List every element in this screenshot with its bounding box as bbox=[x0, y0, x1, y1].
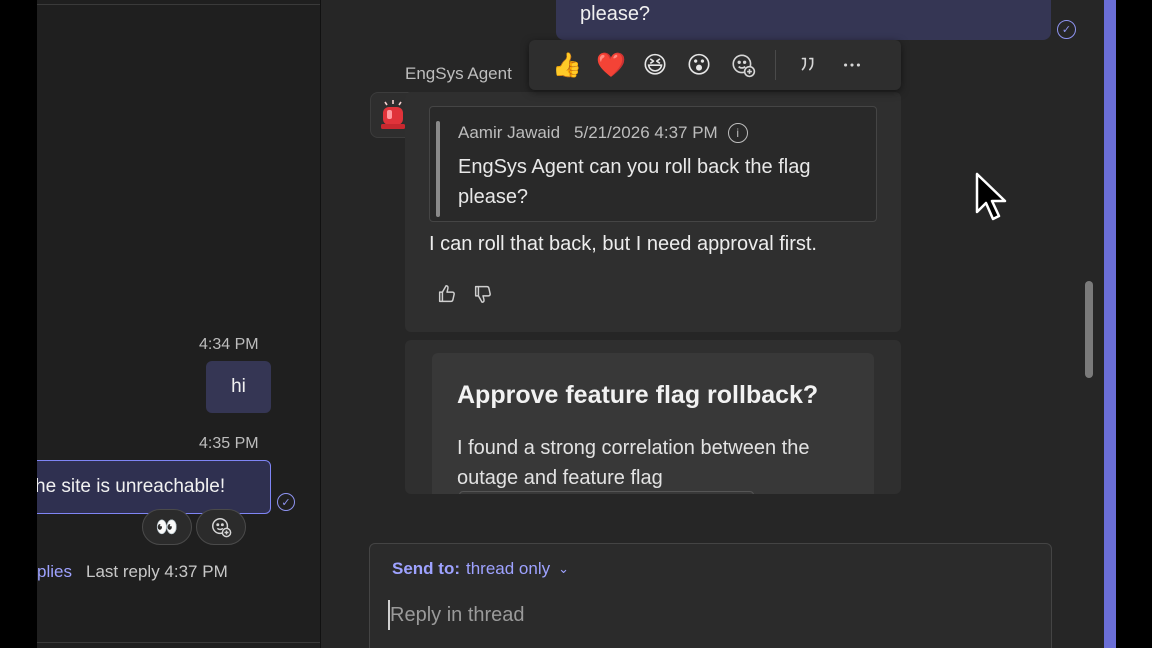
quote-text: EngSys Agent can you roll back the flag … bbox=[458, 156, 811, 208]
divider bbox=[775, 50, 776, 80]
reaction-like[interactable]: 👍 bbox=[545, 43, 589, 87]
message-time: 4:34 PM bbox=[199, 336, 259, 353]
message-text: please? bbox=[580, 3, 651, 25]
reaction-laugh[interactable]: 😆 bbox=[633, 43, 677, 87]
eyes-emoji-icon: 👀 bbox=[155, 516, 179, 537]
reply-composer: Send to: thread only ⌄ bbox=[369, 543, 1052, 648]
quote-meta: Aamir Jawaid 5/21/2026 4:37 PM i bbox=[458, 123, 748, 143]
siren-icon bbox=[381, 100, 405, 129]
card-body: I found a strong correlation between the… bbox=[457, 437, 810, 489]
add-reaction-icon bbox=[732, 54, 756, 78]
laugh-emoji-icon: 😆 bbox=[642, 51, 668, 79]
thumbs-up-button[interactable] bbox=[435, 282, 459, 306]
agent-message-card: Aamir Jawaid 5/21/2026 4:37 PM i EngSys … bbox=[405, 92, 901, 332]
left-window-edge bbox=[0, 0, 37, 648]
reaction-bar: 👍 ❤️ 😆 😮 bbox=[529, 40, 901, 90]
sender-name: EngSys Agent bbox=[405, 64, 512, 83]
card-field[interactable] bbox=[459, 491, 754, 494]
divider bbox=[37, 4, 320, 5]
divider bbox=[37, 642, 320, 648]
agent-reply-text: I can roll that back, but I need approva… bbox=[429, 233, 817, 255]
right-window-edge bbox=[1116, 0, 1152, 648]
send-to-label: Send to: bbox=[392, 559, 460, 578]
thumbs-up-icon bbox=[438, 285, 455, 303]
chevron-down-icon: ⌄ bbox=[558, 561, 570, 576]
message-bubble-highlighted[interactable]: he site is unreachable! bbox=[37, 460, 271, 514]
reply-input[interactable] bbox=[388, 600, 1028, 630]
thread-pane: please? ✓ EngSys Agent Aamir Jawaid 5/21… bbox=[321, 0, 1104, 648]
window-accent-border bbox=[1104, 0, 1116, 648]
add-reaction-button[interactable] bbox=[196, 509, 246, 545]
reaction-surprised[interactable]: 😮 bbox=[677, 43, 721, 87]
scrollbar-thumb[interactable] bbox=[1085, 281, 1093, 378]
surprised-emoji-icon: 😮 bbox=[686, 51, 712, 79]
message-time: 4:35 PM bbox=[199, 435, 259, 452]
heart-emoji-icon: ❤️ bbox=[596, 51, 626, 79]
card-title: Approve feature flag rollback? bbox=[457, 381, 819, 409]
thumbs-up-emoji-icon: 👍 bbox=[552, 51, 582, 79]
message-text: hi bbox=[231, 376, 246, 397]
send-to-value: thread only bbox=[466, 559, 551, 578]
quote-author: Aamir Jawaid bbox=[458, 123, 561, 142]
add-reaction-icon bbox=[212, 518, 232, 538]
reaction-heart[interactable]: ❤️ bbox=[589, 43, 633, 87]
quote-icon bbox=[801, 57, 814, 71]
ellipsis-icon bbox=[844, 63, 860, 67]
approval-message-card: Approve feature flag rollback? I found a… bbox=[405, 340, 901, 494]
info-icon[interactable]: i bbox=[727, 123, 748, 143]
quoted-message[interactable]: Aamir Jawaid 5/21/2026 4:37 PM i EngSys … bbox=[429, 106, 877, 222]
feedback-buttons bbox=[435, 282, 495, 306]
adaptive-card: Approve feature flag rollback? I found a… bbox=[432, 353, 874, 494]
more-options-button[interactable] bbox=[830, 43, 874, 87]
read-receipt-icon: ✓ bbox=[277, 493, 295, 511]
message-text: he site is unreachable! bbox=[37, 476, 226, 497]
thumbs-down-button[interactable] bbox=[471, 282, 495, 306]
last-reply-time: Last reply 4:37 PM bbox=[86, 562, 228, 581]
replies-link[interactable]: plies bbox=[37, 562, 72, 582]
message-bubble[interactable]: hi bbox=[206, 361, 271, 413]
quote-timestamp: 5/21/2026 4:37 PM bbox=[574, 123, 718, 142]
quote-bar bbox=[436, 121, 440, 217]
message-bubble[interactable]: please? bbox=[556, 0, 1051, 40]
reaction-eyes[interactable]: 👀 bbox=[142, 509, 192, 545]
more-reactions-button[interactable] bbox=[721, 43, 765, 87]
channel-pane: 4:34 PM hi 4:35 PM he site is unreachabl… bbox=[37, 0, 321, 648]
mouse-cursor-icon bbox=[975, 172, 1007, 221]
read-receipt-icon: ✓ bbox=[1057, 20, 1076, 39]
quote-reply-button[interactable] bbox=[786, 43, 830, 87]
thumbs-down-icon bbox=[474, 285, 491, 303]
send-to-dropdown[interactable]: Send to: thread only ⌄ bbox=[392, 559, 569, 579]
